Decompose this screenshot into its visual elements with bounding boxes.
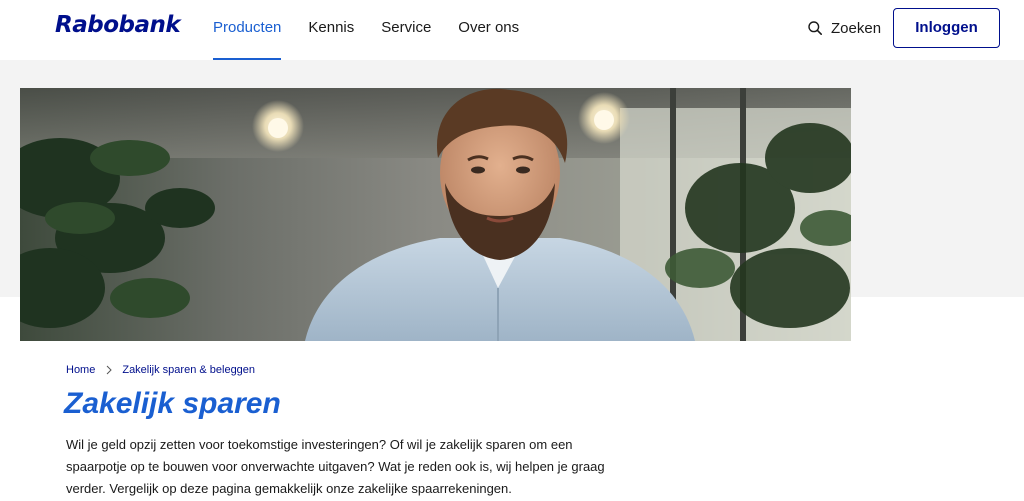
search-icon: [808, 21, 822, 35]
site-header: Rabobank Producten Kennis Service Over o…: [0, 0, 1024, 60]
login-button[interactable]: Inloggen: [893, 8, 1000, 48]
breadcrumb-zakelijk-sparen-beleggen[interactable]: Zakelijk sparen & beleggen: [122, 364, 255, 376]
nav-item-service[interactable]: Service: [381, 0, 431, 60]
page-title: Zakelijk sparen: [64, 387, 281, 420]
rabobank-logo[interactable]: Rabobank: [55, 12, 181, 38]
nav-item-over-ons[interactable]: Over ons: [458, 0, 519, 60]
chevron-right-icon: [106, 365, 113, 375]
main-nav: Producten Kennis Service Over ons: [213, 0, 546, 60]
hero-image: [20, 88, 851, 341]
search-label: Zoeken: [831, 19, 882, 37]
nav-item-kennis[interactable]: Kennis: [308, 0, 354, 60]
breadcrumb-home[interactable]: Home: [66, 364, 95, 376]
breadcrumb: Home Zakelijk sparen & beleggen: [66, 364, 255, 376]
intro-text: Wil je geld opzij zetten voor toekomstig…: [66, 437, 605, 496]
search-button[interactable]: Zoeken: [808, 18, 881, 38]
nav-item-producten[interactable]: Producten: [213, 0, 282, 60]
